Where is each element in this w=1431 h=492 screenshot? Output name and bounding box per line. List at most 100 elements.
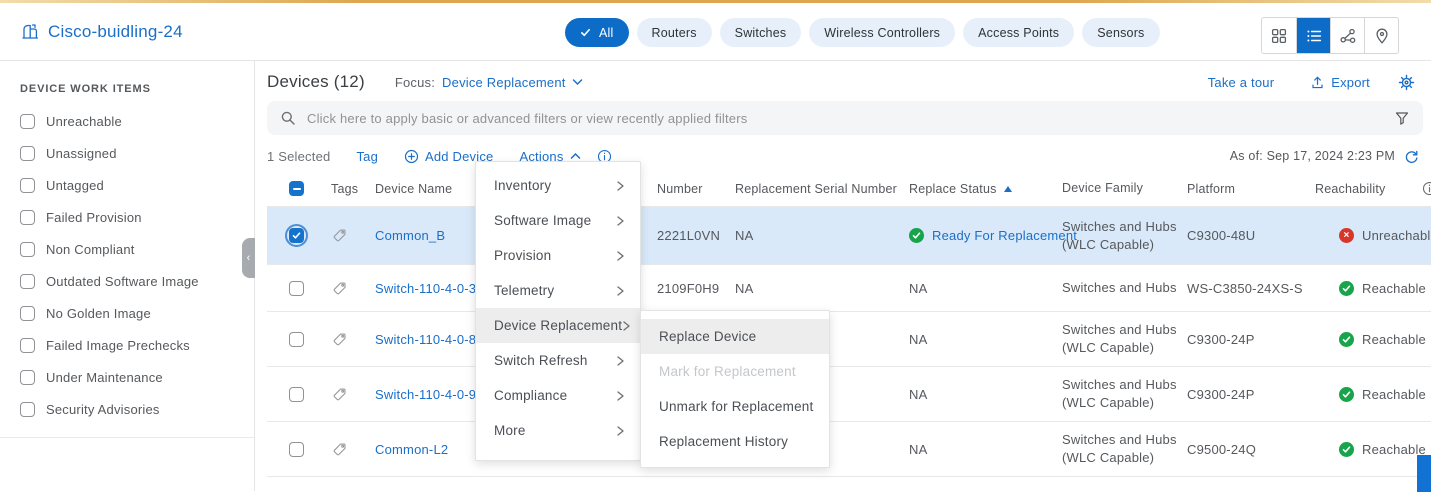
tag-icon[interactable] bbox=[331, 331, 348, 348]
checkbox[interactable] bbox=[20, 306, 35, 321]
tag-icon[interactable] bbox=[331, 227, 348, 244]
row-checkbox[interactable] bbox=[289, 281, 304, 296]
reachability-cell: Reachable bbox=[1315, 332, 1431, 347]
menu-item-device-replacement[interactable]: Device Replacement bbox=[476, 308, 640, 343]
sidebar-item-failed-image-prechecks[interactable]: Failed Image Prechecks bbox=[20, 329, 254, 361]
submenu-item-replacement-history[interactable]: Replacement History bbox=[641, 424, 829, 459]
column-header-number[interactable]: Number bbox=[657, 182, 735, 196]
filter-pill-switches[interactable]: Switches bbox=[720, 18, 802, 47]
search-input[interactable] bbox=[307, 111, 1383, 126]
table-row: Switch-110-4-0-9NASwitches and Hubs (WLC… bbox=[267, 367, 1431, 422]
sidebar-item-non-compliant[interactable]: Non Compliant bbox=[20, 233, 254, 265]
refresh-icon[interactable] bbox=[1404, 149, 1419, 164]
device-name-link[interactable]: Common-L2 bbox=[375, 442, 448, 457]
filter-pill-wireless-controllers[interactable]: Wireless Controllers bbox=[809, 18, 955, 47]
table-row: Common-L2NASwitches and Hubs (WLC Capabl… bbox=[267, 422, 1431, 477]
filter-pill-routers[interactable]: Routers bbox=[637, 18, 712, 47]
sidebar-item-security-advisories[interactable]: Security Advisories bbox=[20, 393, 254, 425]
checkbox[interactable] bbox=[20, 338, 35, 353]
focus-dropdown[interactable]: Device Replacement bbox=[442, 75, 583, 90]
tag-button[interactable]: Tag bbox=[356, 149, 378, 164]
topology-view-button[interactable] bbox=[1330, 18, 1364, 53]
column-header-reachability[interactable]: Reachability bbox=[1315, 181, 1431, 196]
reachable-icon bbox=[1339, 281, 1354, 296]
column-header-label: Reachability bbox=[1315, 182, 1386, 196]
column-header-replace-status[interactable]: Replace Status bbox=[909, 182, 1062, 196]
map-view-button[interactable] bbox=[1364, 18, 1398, 53]
menu-item-label: Device Replacement bbox=[494, 318, 622, 333]
menu-item-inventory[interactable]: Inventory bbox=[476, 168, 640, 203]
tag-icon[interactable] bbox=[331, 441, 348, 458]
sidebar-item-failed-provision[interactable]: Failed Provision bbox=[20, 201, 254, 233]
checkbox[interactable] bbox=[20, 242, 35, 257]
sidebar-item-label: Failed Image Prechecks bbox=[46, 338, 190, 353]
platform-cell: C9300-48U bbox=[1187, 228, 1315, 243]
submenu-item-unmark-for-replacement[interactable]: Unmark for Replacement bbox=[641, 389, 829, 424]
replacement-serial-cell: NA bbox=[735, 228, 909, 243]
row-checkbox[interactable] bbox=[289, 387, 304, 402]
filter-pill-all[interactable]: All bbox=[565, 18, 629, 47]
grid-view-button[interactable] bbox=[1262, 18, 1296, 53]
column-header-label: Platform bbox=[1187, 182, 1235, 196]
chevron-right-icon bbox=[616, 390, 625, 402]
row-select-cell bbox=[267, 442, 323, 457]
checkbox[interactable] bbox=[20, 114, 35, 129]
menu-item-switch-refresh[interactable]: Switch Refresh bbox=[476, 343, 640, 378]
submenu-item-replace-device[interactable]: Replace Device bbox=[641, 319, 829, 354]
take-a-tour-link[interactable]: Take a tour bbox=[1208, 75, 1275, 90]
filter-pill-sensors[interactable]: Sensors bbox=[1082, 18, 1159, 47]
select-all-checkbox-cell bbox=[267, 181, 323, 196]
tag-icon[interactable] bbox=[331, 386, 348, 403]
global-header: Cisco-buidling-24 All Routers SwitchesWire… bbox=[0, 3, 1431, 61]
row-checkbox[interactable] bbox=[289, 228, 304, 243]
sidebar-item-unassigned[interactable]: Unassigned bbox=[20, 137, 254, 169]
checkbox[interactable] bbox=[20, 210, 35, 225]
menu-item-telemetry[interactable]: Telemetry bbox=[476, 273, 640, 308]
replace-status-link[interactable]: Ready For Replacement bbox=[932, 228, 1077, 243]
platform-cell: C9500-24Q bbox=[1187, 442, 1315, 457]
column-header-platform[interactable]: Platform bbox=[1187, 182, 1315, 196]
filter-pill-access-points[interactable]: Access Points bbox=[963, 18, 1074, 47]
row-select-cell bbox=[267, 228, 323, 243]
table-settings-button[interactable] bbox=[1398, 74, 1415, 91]
page-title: Devices (12) bbox=[267, 72, 365, 92]
select-all-checkbox[interactable] bbox=[289, 181, 304, 196]
device-name-link[interactable]: Switch-110-4-0-3 bbox=[375, 281, 476, 296]
device-name-link[interactable]: Switch-110-4-0-9 bbox=[375, 387, 476, 402]
site-selector[interactable]: Cisco-buidling-24 bbox=[20, 22, 183, 42]
checkbox-focus-ring bbox=[285, 224, 308, 247]
menu-item-more[interactable]: More bbox=[476, 413, 640, 448]
reachability-info-icon[interactable] bbox=[1422, 181, 1431, 196]
device-name-link[interactable]: Common_B bbox=[375, 228, 445, 243]
grid-view-icon bbox=[1270, 27, 1288, 45]
sidebar-item-outdated-software-image[interactable]: Outdated Software Image bbox=[20, 265, 254, 297]
checkbox[interactable] bbox=[20, 274, 35, 289]
list-view-button[interactable] bbox=[1296, 18, 1330, 53]
column-header-tags[interactable]: Tags bbox=[323, 182, 375, 196]
filter-funnel-icon[interactable] bbox=[1394, 110, 1410, 126]
menu-item-software-image[interactable]: Software Image bbox=[476, 203, 640, 238]
sidebar-item-no-golden-image[interactable]: No Golden Image bbox=[20, 297, 254, 329]
export-button[interactable]: Export bbox=[1310, 75, 1370, 90]
row-select-cell bbox=[267, 332, 323, 347]
menu-item-compliance[interactable]: Compliance bbox=[476, 378, 640, 413]
tag-icon[interactable] bbox=[331, 280, 348, 297]
device-replacement-submenu: Replace DeviceMark for ReplacementUnmark… bbox=[640, 310, 830, 468]
row-checkbox[interactable] bbox=[289, 332, 304, 347]
checkbox[interactable] bbox=[20, 402, 35, 417]
device-name-link[interactable]: Switch-110-4-0-8 bbox=[375, 332, 476, 347]
menu-item-provision[interactable]: Provision bbox=[476, 238, 640, 273]
sidebar-collapse-handle[interactable]: ‹ bbox=[242, 238, 255, 278]
checkbox[interactable] bbox=[20, 146, 35, 161]
sidebar-item-untagged[interactable]: Untagged bbox=[20, 169, 254, 201]
sidebar-item-unreachable[interactable]: Unreachable bbox=[20, 105, 254, 137]
column-header-device-family[interactable]: Device Family bbox=[1062, 180, 1187, 197]
column-header-replacement-serial-number[interactable]: Replacement Serial Number bbox=[735, 182, 909, 196]
sidebar-filter-list: Unreachable UnassignedUntaggedFailed Prov… bbox=[20, 105, 254, 425]
scrollbar-thumb[interactable] bbox=[1417, 455, 1431, 492]
row-checkbox[interactable] bbox=[289, 442, 304, 457]
checkbox[interactable] bbox=[20, 370, 35, 385]
sidebar-item-label: Unreachable bbox=[46, 114, 122, 129]
checkbox[interactable] bbox=[20, 178, 35, 193]
sidebar-item-under-maintenance[interactable]: Under Maintenance bbox=[20, 361, 254, 393]
